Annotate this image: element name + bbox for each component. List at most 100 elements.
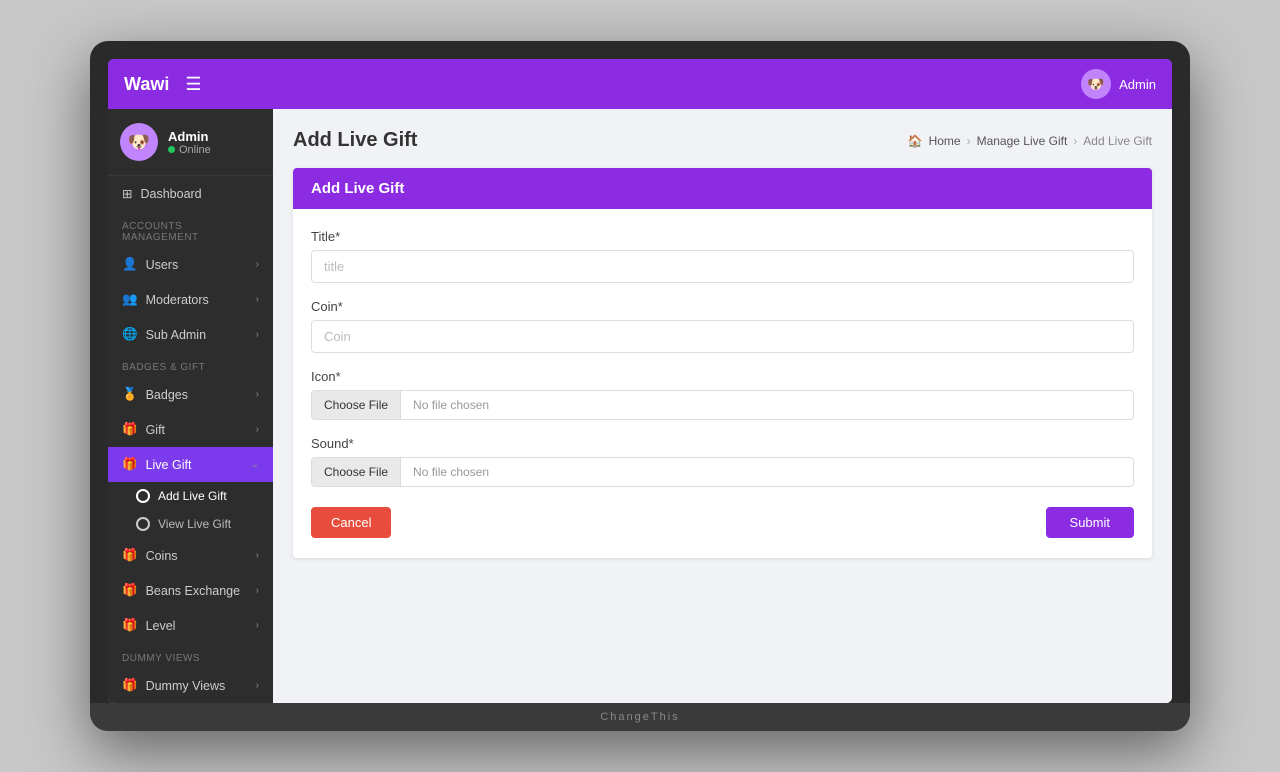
menu-icon[interactable]: ☰ [185,74,201,95]
sidebar-user: 🐶 Admin Online [108,109,273,176]
page-title: Add Live Gift [293,129,417,152]
view-live-gift-bullet [136,517,150,531]
sidebar-label-coins: Coins [146,549,178,563]
laptop-bottom: ChangeThis [90,703,1190,731]
badges-icon: 🏅 [122,387,138,402]
sound-choose-button[interactable]: Choose File [312,458,401,486]
sound-label: Sound* [311,436,1134,451]
breadcrumb-sep1: › [967,134,971,148]
form-group-icon: Icon* Choose File No file chosen [311,369,1134,420]
submit-button[interactable]: Submit [1046,507,1134,538]
subadmin-icon: 🌐 [122,327,138,342]
title-input[interactable] [311,250,1134,283]
sound-file-wrapper: Choose File No file chosen [311,457,1134,487]
form-actions: Cancel Submit [311,507,1134,538]
level-icon: 🎁 [122,618,138,633]
sidebar-item-gift[interactable]: 🎁 Gift › [108,412,273,447]
breadcrumb-manage[interactable]: Manage Live Gift [977,134,1068,148]
admin-label: Admin [1119,77,1156,92]
laptop-screen: Wawi ☰ 🐶 Admin 🐶 Admin Onlin [108,59,1172,703]
breadcrumb-home[interactable]: Home [929,134,961,148]
main-content: Add Live Gift 🏠 Home › Manage Live Gift … [273,109,1172,703]
add-live-gift-bullet [136,489,150,503]
users-icon: 👤 [122,257,138,272]
sidebar-avatar: 🐶 [120,123,158,161]
brand-logo: Wawi [124,74,169,95]
sidebar-item-dummy-views[interactable]: 🎁 Dummy Views › [108,668,273,703]
form-card-header: Add Live Gift [293,168,1152,209]
sidebar-label-dashboard: Dashboard [140,187,201,201]
title-label: Title* [311,229,1134,244]
sidebar-label-badges: Badges [146,388,188,402]
dashboard-icon: ⊞ [122,186,132,201]
sidebar-item-dashboard[interactable]: ⊞ Dashboard [108,176,273,211]
accounts-section-label: ACCOUNTS MANAGEMENT [108,211,273,247]
status-label: Online [179,144,211,156]
sidebar-label-moderators: Moderators [146,293,209,307]
coin-input[interactable] [311,320,1134,353]
topbar: Wawi ☰ 🐶 Admin [108,59,1172,109]
sidebar-label-live-gift: Live Gift [146,458,192,472]
users-chevron: › [256,259,259,270]
badges-section-label: BADGES & GIFT [108,352,273,377]
sidebar: 🐶 Admin Online ⊞ Dashboard [108,109,273,703]
sidebar-item-badges[interactable]: 🏅 Badges › [108,377,273,412]
cancel-button[interactable]: Cancel [311,507,391,538]
form-group-title: Title* [311,229,1134,283]
sidebar-sub-view-live-gift[interactable]: View Live Gift [108,510,273,538]
moderators-icon: 👥 [122,292,138,307]
sidebar-label-beans: Beans Exchange [146,584,241,598]
online-dot [168,146,175,153]
beans-icon: 🎁 [122,583,138,598]
form-card: Add Live Gift Title* Coin* [293,168,1152,558]
sidebar-item-subadmin[interactable]: 🌐 Sub Admin › [108,317,273,352]
breadcrumb-home-icon: 🏠 [908,134,923,148]
sidebar-label-subadmin: Sub Admin [146,328,206,342]
sidebar-item-moderators[interactable]: 👥 Moderators › [108,282,273,317]
moderators-chevron: › [256,294,259,305]
form-group-coin: Coin* [311,299,1134,353]
app-layout: 🐶 Admin Online ⊞ Dashboard [108,109,1172,703]
sidebar-item-users[interactable]: 👤 Users › [108,247,273,282]
sidebar-status: Online [168,144,211,156]
form-card-body: Title* Coin* Icon* Choose File [293,209,1152,558]
icon-file-name: No file chosen [401,391,1133,419]
coins-chevron: › [256,550,259,561]
subadmin-chevron: › [256,329,259,340]
sound-file-name: No file chosen [401,458,1133,486]
gift-chevron: › [256,424,259,435]
icon-label: Icon* [311,369,1134,384]
sidebar-label-dummy: Dummy Views [146,679,226,693]
sidebar-label-level: Level [146,619,176,633]
level-chevron: › [256,620,259,631]
icon-file-wrapper: Choose File No file chosen [311,390,1134,420]
sub-label-add-live-gift: Add Live Gift [158,489,227,503]
coins-icon: 🎁 [122,548,138,563]
sidebar-sub-add-live-gift[interactable]: Add Live Gift [108,482,273,510]
sidebar-item-beans-exchange[interactable]: 🎁 Beans Exchange › [108,573,273,608]
icon-choose-button[interactable]: Choose File [312,391,401,419]
sub-label-view-live-gift: View Live Gift [158,517,231,531]
dummy-icon: 🎁 [122,678,138,693]
sidebar-item-level[interactable]: 🎁 Level › [108,608,273,643]
laptop-frame: Wawi ☰ 🐶 Admin 🐶 Admin Onlin [90,41,1190,731]
laptop-label: ChangeThis [600,711,679,723]
live-gift-chevron: ⌄ [251,459,259,470]
breadcrumb-sep2: › [1073,134,1077,148]
form-group-sound: Sound* Choose File No file chosen [311,436,1134,487]
breadcrumb-current: Add Live Gift [1083,134,1152,148]
page-header: Add Live Gift 🏠 Home › Manage Live Gift … [293,129,1152,152]
sidebar-label-users: Users [146,258,179,272]
sidebar-item-coins[interactable]: 🎁 Coins › [108,538,273,573]
badges-chevron: › [256,389,259,400]
sidebar-username: Admin [168,129,211,144]
sidebar-item-live-gift[interactable]: 🎁 Live Gift ⌄ [108,447,273,482]
dummy-section-label: Dummy Views [108,643,273,668]
beans-chevron: › [256,585,259,596]
coin-label: Coin* [311,299,1134,314]
avatar: 🐶 [1081,69,1111,99]
gift-icon: 🎁 [122,422,138,437]
topbar-admin: 🐶 Admin [1081,69,1156,99]
live-gift-icon: 🎁 [122,457,138,472]
sidebar-label-gift: Gift [146,423,165,437]
